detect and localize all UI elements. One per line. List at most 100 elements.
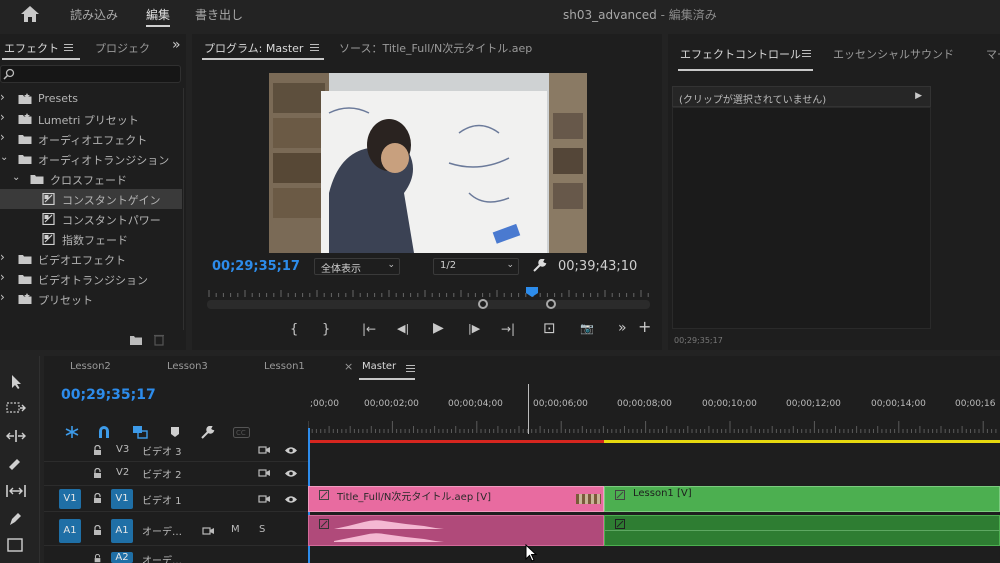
sync-lock-icon[interactable] <box>258 445 271 455</box>
tab-effects[interactable]: エフェクト <box>4 40 59 56</box>
go-to-in-button[interactable]: |← <box>362 323 376 335</box>
selection-tool-icon[interactable] <box>8 374 24 390</box>
timeline-playhead[interactable] <box>528 384 529 434</box>
lesson1-audio-clip[interactable] <box>604 515 1000 546</box>
track-target-v1[interactable]: V1 <box>111 489 133 509</box>
chevron-right-icon[interactable]: › <box>0 131 5 143</box>
effects-tree-item[interactable]: ⌄ オーディオトランジション <box>0 149 182 169</box>
new-bin-icon[interactable] <box>129 334 143 346</box>
effects-menu-icon[interactable] <box>64 44 73 51</box>
menu-export[interactable]: 書き出し <box>195 6 243 23</box>
step-forward-button[interactable]: |▶ <box>468 323 480 334</box>
effects-tree-item[interactable]: コンスタントゲイン <box>0 189 182 209</box>
effects-tree-item[interactable]: › Presets <box>0 89 182 109</box>
eye-icon[interactable] <box>284 446 298 455</box>
timeline-settings-icon[interactable] <box>200 425 215 440</box>
source-patch-v1[interactable]: V1 <box>59 489 81 509</box>
timeline-timecode[interactable]: 00;29;35;17 <box>61 387 156 403</box>
effects-tree-item[interactable]: 指数フェード <box>0 229 182 249</box>
effects-search-input[interactable] <box>17 66 177 82</box>
fit-dropdown[interactable]: 全体表示 ⌄ <box>314 258 400 275</box>
export-frame-button[interactable]: 📷 <box>580 323 594 334</box>
program-menu-icon[interactable] <box>310 44 319 51</box>
timeline-ruler[interactable]: ;00;00 00;00;02;00 00;00;04;00 00;00;06;… <box>308 384 1000 442</box>
effects-tree-item[interactable]: コンスタントパワー <box>0 209 182 229</box>
track-target-a1[interactable]: A1 <box>111 519 133 543</box>
chevron-down-icon[interactable]: ⌄ <box>0 153 8 163</box>
solo-button[interactable]: S <box>259 524 265 535</box>
safe-margins-button[interactable]: ⊡ <box>543 321 556 336</box>
menu-edit[interactable]: 編集 <box>146 6 170 23</box>
title-audio-clip[interactable] <box>308 515 604 546</box>
monitor-time-ruler[interactable] <box>207 284 652 300</box>
delete-icon[interactable] <box>153 333 165 346</box>
linked-selection-icon[interactable] <box>132 425 148 439</box>
tab-program[interactable]: プログラム: Master <box>204 40 303 56</box>
more-controls-button[interactable]: » <box>618 321 627 335</box>
playhead-timecode[interactable]: 00;29;35;17 <box>212 259 300 274</box>
more-panels-icon[interactable]: » <box>172 37 181 53</box>
eye-icon[interactable] <box>284 495 298 504</box>
add-button[interactable]: + <box>638 319 651 335</box>
tab-lesson2[interactable]: Lesson2 <box>70 361 111 372</box>
pen-tool-icon[interactable] <box>7 511 23 527</box>
sync-lock-icon[interactable] <box>258 494 271 504</box>
home-icon[interactable] <box>20 5 40 23</box>
effects-tree-item[interactable]: ⌄ クロスフェード <box>0 169 182 189</box>
mark-in-button[interactable]: { <box>290 323 298 336</box>
play-arrow-icon[interactable]: ▶ <box>915 92 922 101</box>
tab-master[interactable]: Master <box>362 361 396 372</box>
eye-icon[interactable] <box>284 469 298 478</box>
chevron-right-icon[interactable]: › <box>0 271 5 283</box>
effects-search-box[interactable] <box>0 65 181 83</box>
step-back-button[interactable]: ◀| <box>397 323 409 334</box>
tab-markers[interactable]: マー <box>986 46 1000 62</box>
rectangle-tool-icon[interactable] <box>7 538 23 552</box>
sync-lock-icon[interactable] <box>258 468 271 478</box>
ripple-edit-tool-icon[interactable] <box>6 429 26 443</box>
zoom-handle-right[interactable] <box>546 299 556 309</box>
tab-project[interactable]: プロジェク <box>95 40 150 56</box>
resolution-dropdown[interactable]: 1/2 ⌄ <box>433 258 519 275</box>
effects-tree-item[interactable]: › オーディオエフェクト <box>0 129 182 149</box>
effects-tree-item[interactable]: › ビデオトランジション <box>0 269 182 289</box>
tab-source[interactable]: ソース：Title_Full/N次元タイトル.aep <box>339 40 532 56</box>
lock-icon[interactable] <box>93 445 102 456</box>
chevron-right-icon[interactable]: › <box>0 111 5 123</box>
video-frame[interactable] <box>269 73 587 253</box>
timeline-menu-icon[interactable] <box>406 365 415 372</box>
tab-lesson3[interactable]: Lesson3 <box>167 361 208 372</box>
slip-tool-icon[interactable] <box>5 484 27 498</box>
razor-tool-icon[interactable] <box>7 456 23 472</box>
lock-icon[interactable] <box>93 493 102 504</box>
lock-icon[interactable] <box>93 554 102 563</box>
add-marker-icon[interactable] <box>170 426 180 438</box>
close-icon[interactable]: × <box>344 360 353 373</box>
mute-button[interactable]: M <box>231 524 240 535</box>
lesson1-video-clip[interactable]: Lesson1 [V] <box>604 486 1000 512</box>
nest-toggle-icon[interactable] <box>64 425 80 439</box>
captions-icon[interactable]: CC <box>233 427 250 438</box>
lock-icon[interactable] <box>93 525 102 536</box>
menu-import[interactable]: 読み込み <box>70 6 118 23</box>
track-select-tool-icon[interactable] <box>6 401 26 415</box>
effects-tree-item[interactable]: › Lumetri プリセット <box>0 109 182 129</box>
chevron-right-icon[interactable]: › <box>0 251 5 263</box>
tab-effect-controls[interactable]: エフェクトコントロール <box>680 46 801 62</box>
tab-essential-sound[interactable]: エッセンシャルサウンド <box>833 46 954 62</box>
sync-lock-icon[interactable] <box>202 526 215 536</box>
play-button[interactable]: ▶ <box>433 321 444 335</box>
lock-icon[interactable] <box>93 468 102 479</box>
go-to-out-button[interactable]: →| <box>501 323 515 335</box>
chevron-right-icon[interactable]: › <box>0 91 5 103</box>
chevron-down-icon[interactable]: ⌄ <box>12 173 20 183</box>
zoom-scrollbar[interactable] <box>207 299 650 309</box>
chevron-right-icon[interactable]: › <box>0 291 5 303</box>
snap-icon[interactable] <box>97 425 111 439</box>
zoom-handle-left[interactable] <box>478 299 488 309</box>
tab-lesson1[interactable]: Lesson1 <box>264 361 305 372</box>
title-video-clip[interactable]: Title_Full/N次元タイトル.aep [V] <box>308 486 604 512</box>
effects-tree-item[interactable]: › プリセット <box>0 289 182 309</box>
effect-controls-menu-icon[interactable] <box>802 50 811 57</box>
source-patch-a1[interactable]: A1 <box>59 519 81 543</box>
